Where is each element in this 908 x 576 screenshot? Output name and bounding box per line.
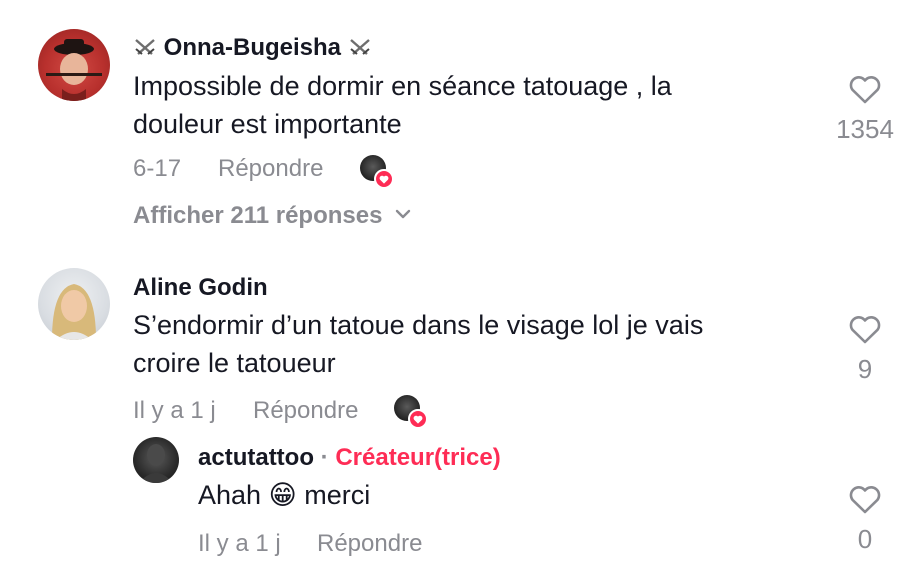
reply-reply-button[interactable]: Répondre: [317, 530, 422, 558]
reply-username[interactable]: actutattoo: [198, 444, 314, 471]
comment-1-date: 6-17: [133, 155, 182, 182]
heart-outline-icon[interactable]: [848, 485, 882, 520]
chevron-down-icon: [394, 207, 412, 225]
comment-2-text: S’endormir d’un tatoue dans le visage lo…: [133, 306, 813, 382]
grinning-emoji: 😁: [268, 480, 297, 510]
heart-outline-icon[interactable]: [848, 315, 882, 350]
creator-badge: Créateur(trice): [335, 444, 501, 471]
comment-1-text: Impossible de dormir en séance tatouage …: [133, 67, 813, 143]
avatar-actutattoo[interactable]: [133, 437, 179, 483]
reply-text: Ahah 😁 merci: [198, 476, 370, 514]
avatar-aline-godin[interactable]: [38, 268, 110, 340]
comment-2-reply-button[interactable]: Répondre: [253, 397, 358, 425]
heart-filled-icon: [374, 169, 394, 189]
comment-1-username[interactable]: Onna-Bugeisha: [133, 34, 372, 62]
comment-text-line: S’endormir d’un tatoue dans le visage lo…: [133, 310, 704, 340]
avatar-onna-bugeisha[interactable]: [38, 29, 110, 101]
comment-2-date: Il y a 1 j: [133, 397, 216, 424]
crossed-swords-icon: [133, 34, 164, 61]
comment-2-username[interactable]: Aline Godin: [133, 274, 268, 302]
separator-dot: ·: [320, 444, 329, 471]
comment-text-line: croire le tatoueur: [133, 348, 336, 378]
comment-1-like-count: 1354: [836, 114, 894, 144]
comment-1-reply-button[interactable]: Répondre: [218, 155, 323, 183]
username-text: Onna-Bugeisha: [163, 34, 342, 61]
view-replies-label: Afficher 211 réponses: [133, 202, 383, 229]
reply-like-count: 0: [857, 524, 873, 554]
heart-outline-icon[interactable]: [848, 75, 882, 110]
comment-2-like-count: 9: [857, 354, 873, 384]
reply-header: actutattoo · Créateur(trice): [198, 444, 501, 472]
reply-text-before: Ahah: [198, 480, 262, 510]
heart-filled-icon: [408, 409, 428, 429]
creator-liked-badge: [394, 395, 428, 429]
creator-liked-badge: [360, 155, 394, 189]
reply-text-after: merci: [304, 480, 371, 510]
comment-text-line: douleur est importante: [133, 109, 402, 139]
reply-date: Il y a 1 j: [198, 530, 281, 557]
crossed-swords-icon: [341, 34, 372, 61]
view-replies-button[interactable]: Afficher 211 réponses: [133, 202, 412, 230]
comment-text-line: Impossible de dormir en séance tatouage …: [133, 71, 672, 101]
